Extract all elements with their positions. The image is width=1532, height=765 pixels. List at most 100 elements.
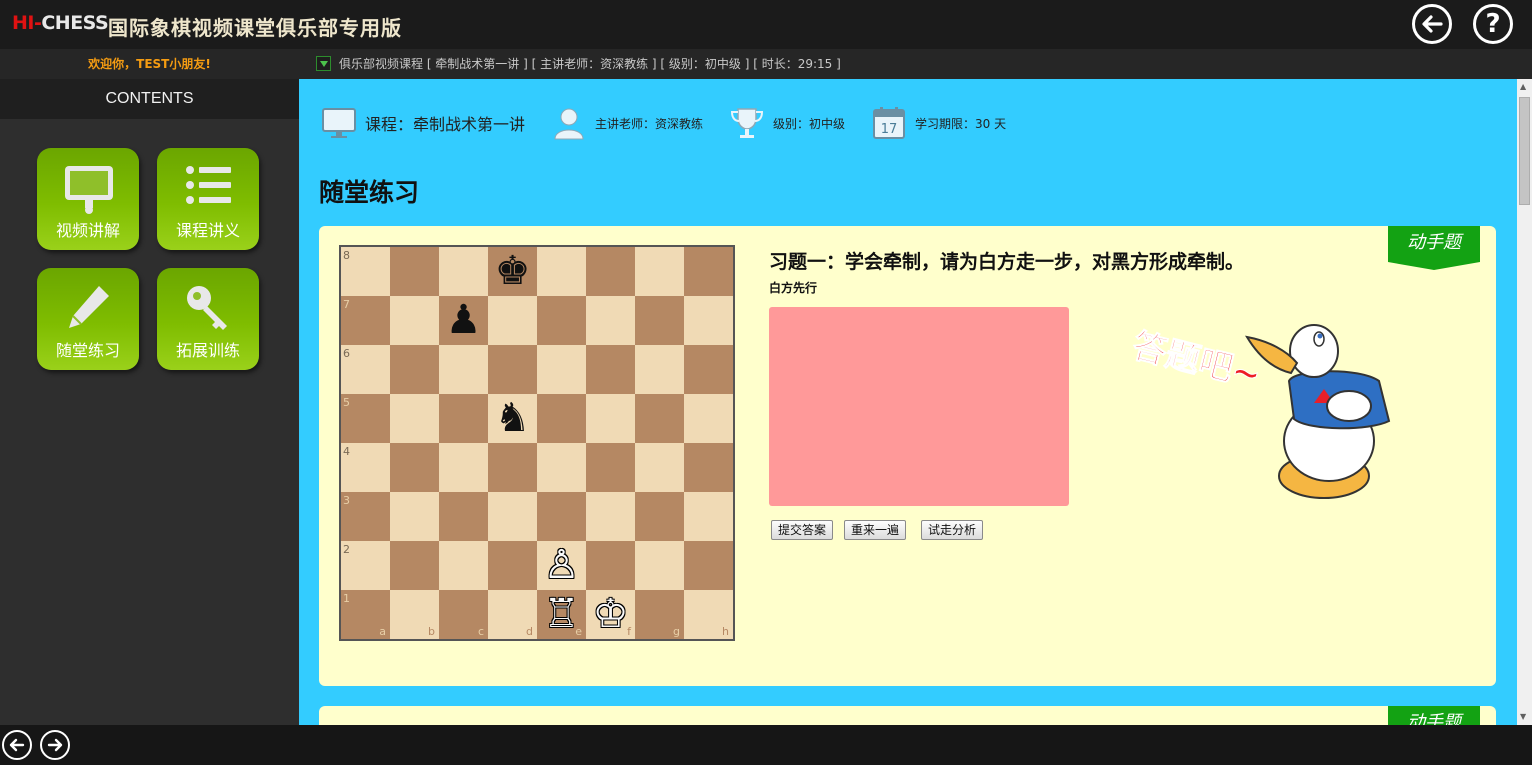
back-button[interactable]	[1412, 4, 1452, 44]
board-square-f4[interactable]	[586, 443, 635, 492]
board-square-g7[interactable]	[635, 296, 684, 345]
board-square-e6[interactable]	[537, 345, 586, 394]
board-square-d4[interactable]	[488, 443, 537, 492]
board-square-e2[interactable]: ♙	[537, 541, 586, 590]
contents-title: CONTENTS	[0, 79, 299, 119]
board-square-h8[interactable]	[684, 247, 733, 296]
board-square-g3[interactable]	[635, 492, 684, 541]
board-square-b1[interactable]: b	[390, 590, 439, 639]
board-square-h4[interactable]	[684, 443, 733, 492]
chess-piece-c7[interactable]: ♟	[441, 296, 486, 345]
board-square-e8[interactable]	[537, 247, 586, 296]
board-square-a4[interactable]: 4	[341, 443, 390, 492]
exercise-type-ribbon-2: 动手题	[1388, 706, 1480, 725]
board-square-h3[interactable]	[684, 492, 733, 541]
board-square-e4[interactable]	[537, 443, 586, 492]
app-title: 国际象棋视频课堂俱乐部专用版	[108, 16, 402, 40]
board-square-b4[interactable]	[390, 443, 439, 492]
vertical-scrollbar[interactable]: ▲ ▼	[1517, 79, 1532, 725]
board-square-f2[interactable]	[586, 541, 635, 590]
board-square-g1[interactable]: g	[635, 590, 684, 639]
tile-course-notes[interactable]: 课程讲义	[157, 148, 259, 250]
board-square-f7[interactable]	[586, 296, 635, 345]
board-square-a5[interactable]: 5	[341, 394, 390, 443]
board-square-f8[interactable]	[586, 247, 635, 296]
chess-piece-e1[interactable]: ♖	[539, 590, 584, 639]
board-square-d3[interactable]	[488, 492, 537, 541]
board-square-f5[interactable]	[586, 394, 635, 443]
board-square-b2[interactable]	[390, 541, 439, 590]
file-label: d	[526, 625, 533, 638]
board-square-c2[interactable]	[439, 541, 488, 590]
board-square-b6[interactable]	[390, 345, 439, 394]
board-square-f1[interactable]: f ♔	[586, 590, 635, 639]
tile-class-practice[interactable]: 随堂练习	[37, 268, 139, 370]
collapse-toggle-icon[interactable]	[316, 56, 331, 71]
rank-label: 6	[343, 347, 350, 360]
tile-label: 视频讲解	[55, 221, 120, 240]
scroll-down-icon[interactable]: ▼	[1520, 712, 1526, 721]
submit-answer-button[interactable]: 提交答案	[771, 520, 834, 540]
pencil-icon	[69, 286, 109, 328]
key-icon	[187, 286, 227, 330]
help-button[interactable]: ?	[1473, 4, 1513, 44]
exercise-title: 习题一：学会牵制，请为白方走一步，对黑方形成牵制。	[769, 251, 1245, 273]
board-square-c8[interactable]	[439, 247, 488, 296]
board-square-d5[interactable]: ♞	[488, 394, 537, 443]
board-square-e3[interactable]	[537, 492, 586, 541]
board-square-d7[interactable]	[488, 296, 537, 345]
board-square-h6[interactable]	[684, 345, 733, 394]
board-square-d6[interactable]	[488, 345, 537, 394]
board-square-a1[interactable]: 1a	[341, 590, 390, 639]
board-square-b5[interactable]	[390, 394, 439, 443]
board-square-d1[interactable]: d	[488, 590, 537, 639]
board-square-h7[interactable]	[684, 296, 733, 345]
chess-piece-e2[interactable]: ♙	[539, 541, 584, 590]
board-square-a8[interactable]: 8	[341, 247, 390, 296]
exercise-card-2: 动手题	[319, 706, 1496, 725]
chess-piece-d5[interactable]: ♞	[490, 394, 535, 443]
chess-board[interactable]: 8 ♚ 7 ♟ 6 5 ♞ 4 3 2 ♙ 1 a b c d e ♖ f ♔ g h	[339, 245, 735, 641]
rank-label: 4	[343, 445, 350, 458]
next-button[interactable]	[40, 730, 70, 760]
board-square-d2[interactable]	[488, 541, 537, 590]
board-square-d8[interactable]: ♚	[488, 247, 537, 296]
board-square-g2[interactable]	[635, 541, 684, 590]
board-square-c4[interactable]	[439, 443, 488, 492]
tile-extended-training[interactable]: 拓展训练	[157, 268, 259, 370]
board-square-b7[interactable]	[390, 296, 439, 345]
chess-piece-d8[interactable]: ♚	[490, 247, 535, 296]
board-square-a2[interactable]: 2	[341, 541, 390, 590]
board-square-c7[interactable]: ♟	[439, 296, 488, 345]
board-square-f3[interactable]	[586, 492, 635, 541]
board-square-g5[interactable]	[635, 394, 684, 443]
board-square-g8[interactable]	[635, 247, 684, 296]
board-square-g4[interactable]	[635, 443, 684, 492]
board-square-f6[interactable]	[586, 345, 635, 394]
board-square-a7[interactable]: 7	[341, 296, 390, 345]
board-square-h1[interactable]: h	[684, 590, 733, 639]
tile-video-lecture[interactable]: 视频讲解	[37, 148, 139, 250]
board-square-e1[interactable]: e ♖	[537, 590, 586, 639]
board-square-a3[interactable]: 3	[341, 492, 390, 541]
scroll-up-icon[interactable]: ▲	[1520, 82, 1526, 91]
retry-button[interactable]: 重来一遍	[844, 520, 907, 540]
board-square-b8[interactable]	[390, 247, 439, 296]
board-square-g6[interactable]	[635, 345, 684, 394]
board-square-c3[interactable]	[439, 492, 488, 541]
chess-piece-f1[interactable]: ♔	[588, 590, 633, 639]
board-square-h2[interactable]	[684, 541, 733, 590]
board-square-c6[interactable]	[439, 345, 488, 394]
section-title: 随堂练习	[319, 178, 420, 207]
board-square-e5[interactable]	[537, 394, 586, 443]
board-square-a6[interactable]: 6	[341, 345, 390, 394]
board-square-c1[interactable]: c	[439, 590, 488, 639]
board-square-b3[interactable]	[390, 492, 439, 541]
previous-button[interactable]	[2, 730, 32, 760]
board-square-c5[interactable]	[439, 394, 488, 443]
analysis-button[interactable]: 试走分析	[921, 520, 984, 540]
board-square-h5[interactable]	[684, 394, 733, 443]
scroll-thumb[interactable]	[1519, 97, 1530, 205]
board-square-e7[interactable]	[537, 296, 586, 345]
answer-area[interactable]	[769, 307, 1069, 506]
